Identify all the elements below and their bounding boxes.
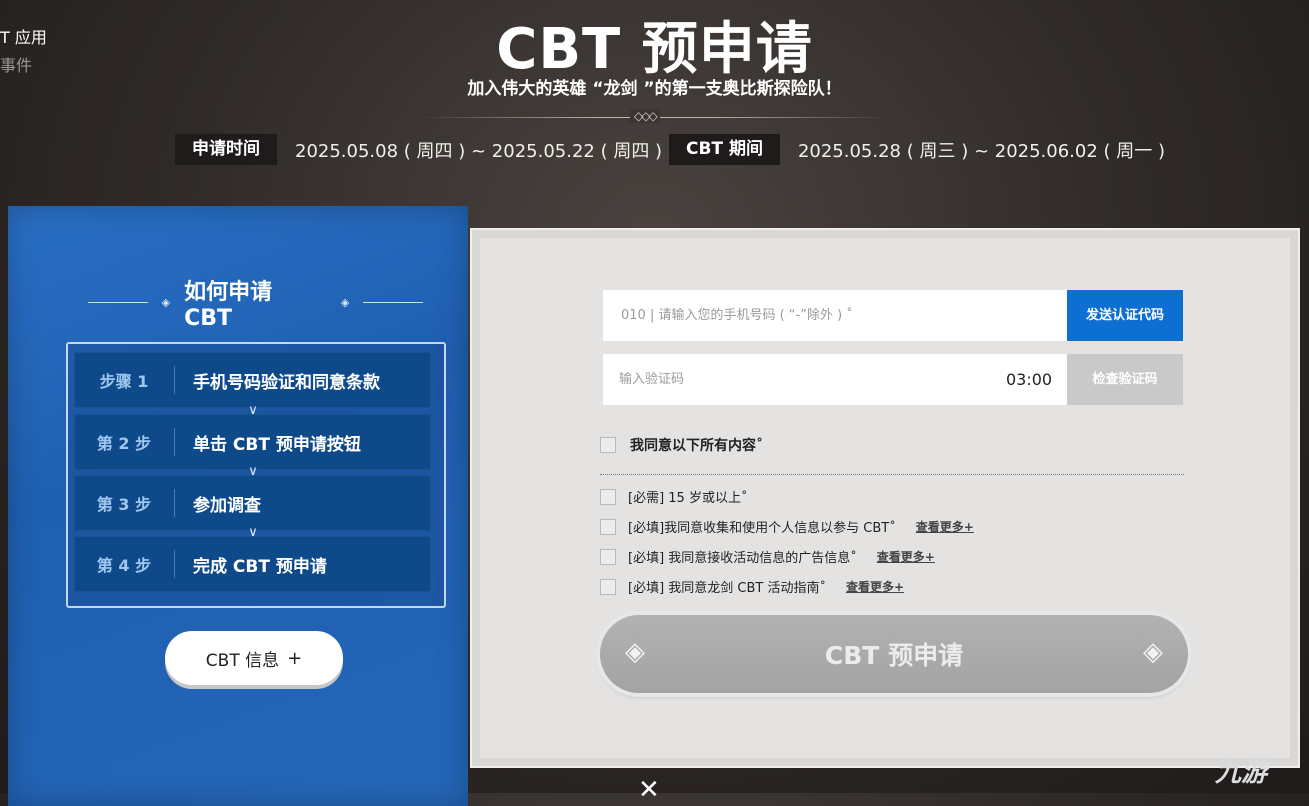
check-code-button[interactable]: 检查验证码 xyxy=(1067,354,1183,405)
term-checkbox[interactable] xyxy=(600,518,616,535)
step-separator xyxy=(174,428,175,456)
watermark-logo: 九游 xyxy=(1215,758,1268,788)
diamond-ornament-icon: ◈ xyxy=(625,637,645,667)
divider-ornament-icon: ◇◇◇ xyxy=(630,109,660,123)
diamond-arrow-icon: ◈ xyxy=(161,295,171,309)
term-label: [必需] 15 岁或以上˚ xyxy=(628,491,748,506)
cbt-info-button[interactable]: CBT 信息 + xyxy=(165,631,343,685)
step-number: 第 2 步 xyxy=(96,434,152,453)
application-period-tag: 申请时间 xyxy=(175,134,277,165)
agree-all-label: 我同意以下所有内容˚ xyxy=(630,438,763,454)
step-1: 步骤 1 手机号码验证和同意条款 xyxy=(74,352,431,408)
cbt-apply-button[interactable]: CBT 预申请 xyxy=(600,615,1188,693)
heading-line-left xyxy=(88,301,148,303)
howto-heading: ◈ 如何申请 CBT ◈ xyxy=(88,280,424,331)
step-4: 第 4 步 完成 CBT 预申请 xyxy=(74,536,431,592)
cbt-period: CBT 期间 2025.05.28 ( 周三 ) ~ 2025.06.02 ( … xyxy=(669,134,1165,165)
application-period-value: 2025.05.08 ( 周四 ) ~ 2025.05.22 ( 周四 ) xyxy=(295,140,663,162)
step-label: 单击 CBT 预申请按钮 xyxy=(193,434,361,455)
view-more-link[interactable]: 查看更多+ xyxy=(877,548,935,565)
step-separator xyxy=(174,550,175,578)
send-code-button[interactable]: 发送认证代码 xyxy=(1067,290,1183,341)
view-more-link[interactable]: 查看更多+ xyxy=(916,518,974,535)
step-label: 完成 CBT 预申请 xyxy=(193,556,327,577)
heading-line-right xyxy=(363,301,424,303)
step-2: 第 2 步 单击 CBT 预申请按钮 xyxy=(74,414,431,470)
term-checkbox[interactable] xyxy=(600,488,616,505)
diamond-arrow-icon: ◈ xyxy=(340,295,350,309)
step-number: 第 4 步 xyxy=(96,556,152,575)
step-3: 第 3 步 参加调查 xyxy=(74,475,431,531)
term-row-ads: [必填] 我同意接收活动信息的广告信息˚ 查看更多+ xyxy=(600,547,935,566)
agree-all-checkbox[interactable] xyxy=(600,437,616,453)
application-period: 申请时间 2025.05.08 ( 周四 ) ~ 2025.05.22 ( 周四… xyxy=(175,134,662,165)
step-number: 第 3 步 xyxy=(96,495,152,514)
howto-title: 如何申请 CBT xyxy=(184,279,273,331)
cbt-info-button-label: CBT 信息 xyxy=(205,650,280,671)
page-title: CBT 预申请 xyxy=(496,17,813,82)
verification-code-input[interactable]: 输入验证码 xyxy=(603,354,1067,405)
term-label: [必填]我同意收集和使用个人信息以参与 CBT˚ xyxy=(628,521,896,536)
term-label: [必填] 我同意龙剑 CBT 活动指南˚ xyxy=(628,581,826,596)
term-row-guide: [必填] 我同意龙剑 CBT 活动指南˚ 查看更多+ xyxy=(600,577,904,596)
code-timer: 03:00 xyxy=(1006,370,1053,389)
phone-input[interactable]: 010 | 请输入您的手机号码 ( “-”除外 ) ˚ xyxy=(603,290,1067,341)
plus-icon: + xyxy=(287,647,303,669)
cbt-period-tag: CBT 期间 xyxy=(669,134,780,165)
step-label: 参加调查 xyxy=(193,495,261,516)
step-number: 步骤 1 xyxy=(99,372,149,391)
term-row-privacy: [必填]我同意收集和使用个人信息以参与 CBT˚ 查看更多+ xyxy=(600,517,974,536)
terms-divider xyxy=(600,474,1184,475)
view-more-link[interactable]: 查看更多+ xyxy=(846,578,904,595)
step-separator xyxy=(174,489,175,517)
agree-all-row: 我同意以下所有内容˚ xyxy=(600,435,763,455)
term-checkbox[interactable] xyxy=(600,548,616,565)
cbt-period-value: 2025.05.28 ( 周三 ) ~ 2025.06.02 ( 周一 ) xyxy=(797,140,1166,162)
term-checkbox[interactable] xyxy=(600,578,616,595)
step-label: 手机号码验证和同意条款 xyxy=(193,372,380,393)
close-icon[interactable]: ✕ xyxy=(638,775,660,805)
page-subtitle: 加入伟大的英雄 “龙剑 ”的第一支奥比斯探险队！ xyxy=(467,79,842,99)
term-row-age: [必需] 15 岁或以上˚ xyxy=(600,487,747,506)
term-label: [必填] 我同意接收活动信息的广告信息˚ xyxy=(628,551,857,566)
diamond-ornament-icon: ◈ xyxy=(1143,637,1163,667)
step-separator xyxy=(174,366,175,394)
